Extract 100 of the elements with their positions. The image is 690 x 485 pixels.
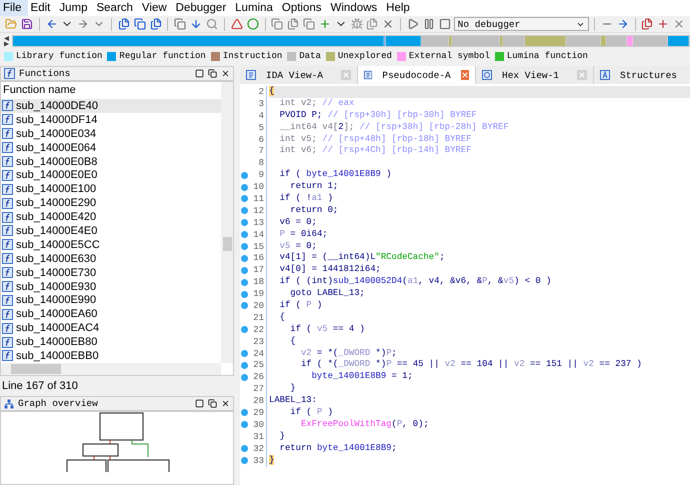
play-icon[interactable]	[406, 16, 420, 32]
horizontal-scrollbar[interactable]	[1, 363, 221, 375]
structures-icon	[600, 70, 610, 80]
close-icon[interactable]	[221, 69, 230, 78]
menu-item[interactable]: File	[0, 0, 28, 16]
line-number: 7	[258, 146, 265, 156]
tab[interactable]: IDA View-A	[240, 66, 358, 84]
code-line: return 0;	[289, 204, 340, 217]
circle-icon[interactable]	[246, 16, 260, 32]
function-row[interactable]: sub_14000E420	[1, 210, 221, 224]
line-number: 4	[258, 110, 265, 121]
line-number: 32	[252, 444, 265, 454]
vertical-scrollbar[interactable]	[221, 82, 233, 363]
code-line: {	[289, 336, 297, 348]
tab[interactable]: Pseudocode-A	[358, 66, 476, 84]
documents-icon[interactable]	[116, 16, 131, 32]
function-row[interactable]: sub_14000E990	[1, 293, 221, 308]
line-number: 2	[258, 86, 265, 97]
code-line: if ( *(_DWORD *)P == 45 || v2 == 104 || v2 == 151 || v2 == 237 )	[300, 359, 643, 372]
function-row[interactable]: sub_14000DE40	[1, 99, 221, 113]
legend-label: Data	[299, 51, 321, 61]
stop-icon[interactable]	[438, 16, 452, 32]
menu-item[interactable]: Search	[93, 0, 139, 16]
function-row[interactable]: sub_14000E100	[1, 182, 221, 196]
line-number: 24	[252, 348, 265, 359]
code-line: }	[278, 430, 286, 443]
code-line: return 1;	[289, 181, 340, 194]
code-line: {	[278, 312, 286, 324]
function-row[interactable]: sub_14000E730	[1, 266, 221, 280]
legend-label: Library function	[16, 51, 102, 61]
menu-item[interactable]: Debugger	[172, 0, 232, 16]
line-number: 18	[252, 277, 265, 288]
line-number: 28	[252, 396, 265, 406]
code-line: if ( v5 == 4 )	[289, 324, 366, 336]
menu-item[interactable]: Help	[383, 0, 416, 16]
save-icon[interactable]	[20, 16, 34, 32]
legend-label: Regular function	[119, 51, 206, 61]
line-number: 31	[252, 432, 265, 442]
menu-item[interactable]: Jump	[56, 0, 94, 16]
function-row[interactable]: sub_14000E0E0	[1, 168, 221, 182]
debugger-select[interactable]: No debugger	[454, 17, 589, 31]
function-row[interactable]: sub_14000EBB0	[1, 349, 221, 363]
code-line: v6 = 0;	[278, 216, 318, 229]
function-row[interactable]: sub_14000EAC4	[1, 321, 221, 336]
line-number: 20	[252, 300, 265, 311]
line-number: 16	[252, 253, 265, 264]
function-row[interactable]: sub_14000E4E0	[1, 224, 221, 238]
copy-icon[interactable]	[173, 16, 188, 32]
code-line: int v6; // [rsp+4Ch] [rbp-14h] BYREF	[278, 145, 472, 158]
function-row[interactable]: sub_14000EB80	[1, 335, 221, 350]
navigation-arrows-icon[interactable]	[3, 35, 10, 47]
search-icon[interactable]	[205, 16, 219, 32]
pseudocode-icon	[364, 70, 372, 80]
line-number: 11	[252, 194, 265, 204]
function-row[interactable]: sub_14000DF14	[1, 112, 221, 127]
legend-label: External symbol	[408, 51, 490, 61]
close-icon[interactable]	[221, 399, 230, 408]
tab[interactable]: Hex View-1	[476, 66, 594, 84]
documents-icon[interactable]	[148, 16, 162, 32]
code-line: v5 = 0;	[278, 240, 318, 252]
function-row[interactable]: sub_14000E630	[1, 252, 221, 266]
line-number: 22	[252, 324, 265, 335]
menu-item[interactable]: Windows	[328, 0, 384, 16]
function-icon	[4, 68, 15, 79]
code-line: goto LABEL_13;	[289, 288, 366, 300]
function-row[interactable]: sub_14000E290	[1, 196, 221, 210]
function-icon	[2, 225, 13, 236]
line-number: 29	[252, 408, 265, 418]
column-header[interactable]: Function name	[1, 82, 221, 99]
maximize-icon[interactable]	[195, 399, 204, 408]
float-window-icon[interactable]	[208, 399, 217, 408]
function-row[interactable]: sub_14000EA60	[1, 307, 221, 322]
function-row[interactable]: sub_14000E5CC	[1, 238, 221, 252]
tab[interactable]: Structures	[594, 66, 690, 84]
menu-item[interactable]: View	[138, 0, 173, 16]
line-number: 17	[252, 265, 265, 276]
menu-item[interactable]: Options	[278, 0, 328, 16]
menu-item[interactable]: Lumina	[232, 0, 279, 16]
function-icon	[2, 336, 13, 348]
function-row[interactable]: sub_14000E064	[1, 140, 221, 155]
function-icon	[2, 156, 13, 167]
line-number: 6	[258, 134, 265, 144]
code-line: if ( P )	[289, 407, 334, 419]
line-number: 21	[252, 312, 265, 323]
maximize-icon[interactable]	[195, 69, 204, 78]
code-line: if ( P )	[278, 300, 324, 312]
float-window-icon[interactable]	[208, 69, 217, 78]
panel-title: Functions	[19, 68, 72, 79]
line-number: 5	[258, 122, 265, 133]
function-icon	[2, 170, 13, 181]
line-number: 15	[252, 242, 265, 252]
function-row[interactable]: sub_14000E930	[1, 280, 221, 294]
line-number: 9	[258, 170, 265, 180]
function-row[interactable]: sub_14000E0B8	[1, 154, 221, 168]
function-icon	[2, 350, 13, 362]
function-row[interactable]: sub_14000E034	[1, 126, 221, 141]
menu-item[interactable]: Edit	[28, 0, 56, 16]
code-line: ExFreePoolWithTag(P, 0);	[300, 418, 430, 431]
warning-triangle-icon[interactable]	[230, 16, 244, 32]
documents-icon[interactable]	[132, 16, 147, 32]
